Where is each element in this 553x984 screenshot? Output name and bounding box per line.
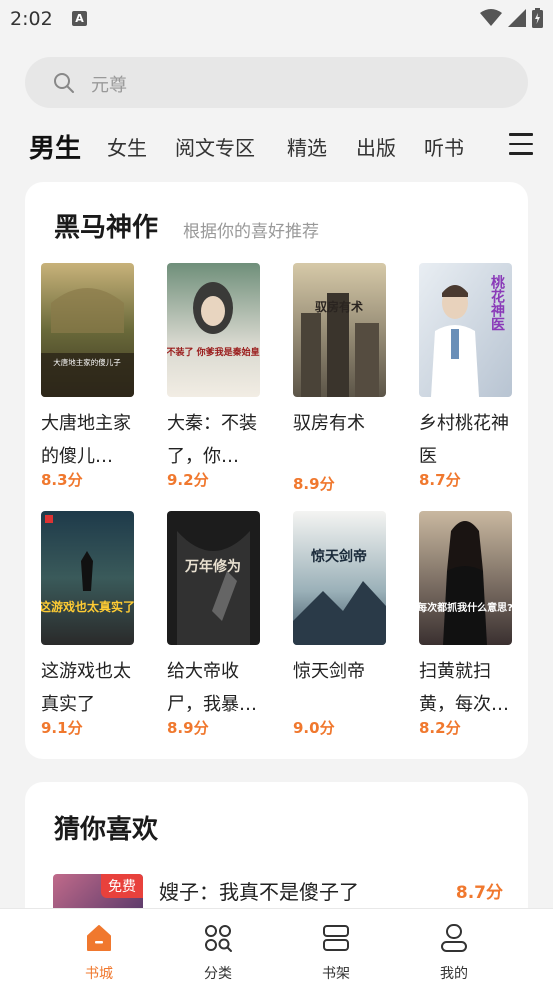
book-cover[interactable]: 不装了 你爹我是秦始皇: [167, 263, 260, 397]
nav-label: 书架: [322, 966, 350, 982]
section-title: 猜你喜欢: [54, 815, 159, 845]
bookshelf-icon: [323, 925, 349, 951]
category-icon: [205, 925, 232, 952]
nav-bookshelf[interactable]: 书架: [296, 923, 376, 983]
nav-label: 书城: [85, 966, 113, 982]
book-title[interactable]: 给大帝收尸，我暴…: [167, 655, 260, 721]
book-card[interactable]: 大唐地主家的傻儿子 大唐地主家的傻儿… 8.3分: [41, 263, 134, 490]
nav-profile[interactable]: 我的: [414, 923, 494, 983]
nav-category[interactable]: 分类: [178, 923, 258, 983]
book-card[interactable]: 惊天剑帝 惊天剑帝 9.0分: [293, 511, 386, 738]
status-bar: 2:02 A: [0, 0, 553, 38]
status-icons: [480, 8, 543, 28]
cover-text: 万年修为: [184, 558, 241, 575]
book-card[interactable]: 驭房有术 驭房有术 8.9分: [293, 263, 386, 494]
cover-text: 不装了 你爹我是秦始皇: [167, 346, 260, 358]
book-title[interactable]: 惊天剑帝: [293, 655, 386, 688]
tab-publishing[interactable]: 出版: [356, 132, 396, 161]
book-card[interactable]: 每次都抓我什么意思? 扫黄就扫黄，每次… 8.2分: [419, 511, 512, 738]
cover-text: 惊天剑帝: [310, 548, 367, 565]
home-icon: [87, 925, 111, 951]
tab-female[interactable]: 女生: [107, 132, 147, 161]
battery-icon: [532, 8, 543, 28]
tab-featured[interactable]: 精选: [287, 132, 327, 161]
book-score: 8.7分: [419, 471, 461, 489]
section-subtitle: 根据你的喜好推荐: [183, 222, 319, 242]
book-title[interactable]: 驭房有术: [293, 407, 386, 440]
book-cover[interactable]: 桃花神医: [419, 263, 512, 397]
search-icon: [54, 73, 74, 93]
menu-icon[interactable]: [509, 133, 533, 155]
book-cover[interactable]: 惊天剑帝: [293, 511, 386, 645]
cover-text: 这游戏也太真实了: [41, 599, 134, 614]
bottom-nav: 书城 分类 书架 我的: [0, 908, 553, 984]
cover-text: 每次都抓我什么意思?: [419, 601, 512, 614]
nav-label: 我的: [440, 966, 468, 982]
book-title[interactable]: 这游戏也太真实了: [41, 655, 134, 721]
book-cover[interactable]: 大唐地主家的傻儿子: [41, 263, 134, 397]
nav-label: 分类: [204, 966, 232, 982]
book-cover[interactable]: 每次都抓我什么意思?: [419, 511, 512, 645]
book-title[interactable]: 乡村桃花神医: [419, 407, 512, 473]
cover-text: 桃花神医: [489, 274, 505, 331]
book-score: 9.0分: [293, 719, 335, 737]
book-card[interactable]: 万年修为 给大帝收尸，我暴… 8.9分: [167, 511, 260, 738]
book-cover[interactable]: 驭房有术: [293, 263, 386, 397]
book-score: 8.9分: [293, 475, 335, 493]
channel-tabs: 男生 女生 阅文专区 精选 出版 听书: [0, 128, 553, 164]
section-title: 黑马神作: [54, 213, 159, 243]
book-cover[interactable]: 万年修为: [167, 511, 260, 645]
book-title[interactable]: 大唐地主家的傻儿…: [41, 407, 134, 473]
notification-a-icon: A: [72, 11, 87, 26]
status-time: 2:02: [10, 8, 53, 30]
signal-icon: [508, 9, 526, 27]
tab-male[interactable]: 男生: [29, 128, 81, 165]
tab-audiobook[interactable]: 听书: [424, 132, 464, 161]
search-bar[interactable]: 元尊: [25, 57, 528, 108]
cover-text: 驭房有术: [315, 299, 363, 314]
book-card[interactable]: 桃花神医 乡村桃花神医 8.7分: [419, 263, 512, 490]
book-title[interactable]: 大秦：不装了，你…: [167, 407, 260, 473]
cover-text: 大唐地主家的傻儿子: [53, 357, 121, 367]
wifi-icon: [480, 9, 502, 26]
book-card[interactable]: 这游戏也太真实了 这游戏也太真实了 9.1分: [41, 511, 134, 738]
book-cover[interactable]: 这游戏也太真实了: [41, 511, 134, 645]
recommend-card: 黑马神作 根据你的喜好推荐 大唐地主家的傻儿子 大唐地主家的傻儿… 8.3分 不…: [25, 182, 528, 759]
book-title[interactable]: 嫂子：我真不是傻子了: [159, 876, 359, 905]
book-card[interactable]: 不装了 你爹我是秦始皇 大秦：不装了，你… 9.2分: [167, 263, 260, 490]
book-title[interactable]: 扫黄就扫黄，每次…: [419, 655, 512, 721]
book-score: 8.7分: [455, 883, 503, 903]
nav-bookstore[interactable]: 书城: [59, 923, 139, 983]
tab-yuewen[interactable]: 阅文专区: [175, 132, 255, 161]
search-input[interactable]: 元尊: [91, 71, 127, 97]
profile-icon: [441, 924, 467, 952]
free-badge: 免费: [101, 874, 143, 898]
